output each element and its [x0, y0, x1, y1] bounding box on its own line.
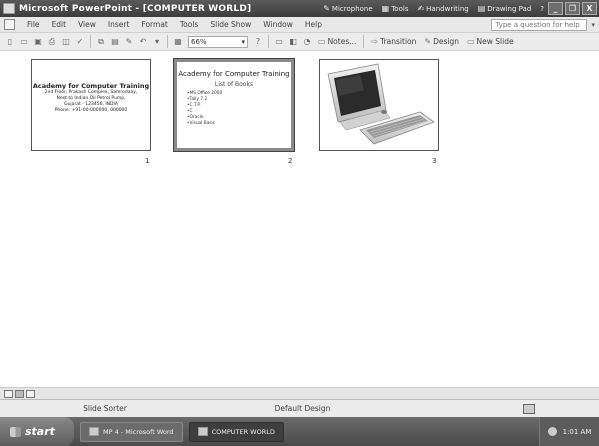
view-buttons-bar: [0, 387, 599, 399]
notes-icon: ▭: [318, 37, 326, 46]
slide-1-line: Phone: +91-00-000000, 000000: [54, 108, 128, 113]
powerpoint-icon: [197, 427, 208, 436]
new-icon[interactable]: ▯: [3, 35, 17, 48]
paste-icon[interactable]: ▤: [108, 35, 122, 48]
slide-thumbnail-2[interactable]: Academy for Computer Training List of Bo…: [173, 58, 295, 152]
menu-file[interactable]: File: [21, 20, 46, 29]
slide-1-content: Academy for Computer Training 2nd Floor,…: [32, 60, 150, 114]
undo-dropdown-icon[interactable]: ▾: [150, 35, 164, 48]
menu-insert[interactable]: Insert: [102, 20, 136, 29]
slide-number-1: 1: [145, 157, 150, 165]
toolbar-divider: [363, 35, 365, 48]
menu-slide-show[interactable]: Slide Show: [204, 20, 257, 29]
zoom-value: 66%: [191, 37, 207, 46]
standard-toolbar: ▯ ▭ ▣ ⎙ ◫ ✓ ⧉ ▤ ✎ ↶ ▾ ▦ 66% ▾ ? ▭ ◧ ◔ ▭ N…: [0, 33, 599, 51]
slide-1-title: Academy for Computer Training: [32, 82, 150, 90]
clock[interactable]: 1:01 AM: [563, 428, 592, 436]
slide-2-title: Academy for Computer Training: [178, 70, 290, 78]
new-slide-icon: ▭: [466, 37, 475, 46]
computer-keyboard-image: [327, 63, 435, 145]
chevron-down-icon: ▾: [241, 37, 245, 46]
zoom-select[interactable]: 66% ▾: [188, 35, 248, 48]
handwriting-button[interactable]: ✍ Handwriting: [417, 4, 468, 13]
status-bar: Slide Sorter Default Design: [0, 399, 599, 417]
save-icon[interactable]: ▣: [31, 35, 45, 48]
menu-window[interactable]: Window: [257, 20, 299, 29]
notes-button[interactable]: ▭ Notes...: [314, 37, 360, 46]
tools-button[interactable]: ▦ Tools: [382, 4, 409, 13]
menu-tools[interactable]: Tools: [174, 20, 204, 29]
microphone-button[interactable]: ✎ Microphone: [323, 4, 372, 13]
microphone-icon: ✎: [323, 4, 330, 13]
title-bar: Microsoft PowerPoint - [COMPUTER WORLD] …: [0, 0, 599, 17]
design-icon: ✎: [424, 37, 432, 46]
format-painter-icon[interactable]: ✎: [122, 35, 136, 48]
close-button[interactable]: X: [582, 2, 597, 15]
restore-button[interactable]: ❐: [565, 2, 580, 15]
slide-thumbnail-3[interactable]: [319, 59, 439, 151]
transition-icon: ⇨: [371, 37, 379, 46]
menu-edit[interactable]: Edit: [46, 20, 73, 29]
document-icon[interactable]: [4, 19, 15, 30]
bullet-item: Visual Basic: [187, 121, 291, 127]
window-title: Microsoft PowerPoint - [COMPUTER WORLD]: [19, 3, 252, 14]
slide-2-bullet-list: MS Office 2000 Tally 7.2 C.T.P. C Oracle…: [187, 91, 291, 127]
language-bar: ✎ Microphone ▦ Tools ✍ Handwriting ▤ Drawing…: [323, 4, 544, 13]
slide-2-subtitle: List of Books: [214, 81, 254, 88]
slide-show-view-button[interactable]: [26, 389, 35, 398]
start-button[interactable]: start: [0, 417, 74, 446]
slide-show-icon[interactable]: ▭: [272, 35, 286, 48]
powerpoint-app-icon[interactable]: [3, 3, 15, 14]
taskbar-item-powerpoint[interactable]: COMPUTER WORLD: [188, 421, 284, 442]
help-search-input[interactable]: [491, 18, 588, 31]
normal-view-button[interactable]: [4, 389, 13, 398]
minimize-button[interactable]: _: [548, 2, 563, 15]
rehearse-timings-icon[interactable]: ◔: [300, 35, 314, 48]
toolbar-divider: [90, 35, 91, 48]
slide-sorter-view-button[interactable]: [15, 389, 24, 398]
spelling-status-icon[interactable]: [523, 403, 535, 414]
window-controls: _ ❐ X: [548, 2, 597, 15]
taskbar: start MP 4 - Microsoft Word COMPUTER WOR…: [0, 417, 599, 446]
help-icon[interactable]: ?: [251, 35, 265, 48]
menu-bar: File Edit View Insert Format Tools Slide…: [0, 17, 599, 33]
print-preview-icon[interactable]: ◫: [59, 35, 73, 48]
handwriting-icon: ✍: [417, 4, 425, 13]
chevron-down-icon[interactable]: ▾: [591, 21, 595, 29]
system-tray: 1:01 AM: [539, 417, 599, 446]
tools-icon: ▦: [381, 4, 390, 13]
word-icon: [89, 427, 99, 436]
new-slide-button[interactable]: ▭ New Slide: [463, 37, 518, 46]
hide-slide-icon[interactable]: ◧: [286, 35, 300, 48]
drawing-pad-button[interactable]: ▤ Drawing Pad: [478, 4, 532, 13]
undo-icon[interactable]: ↶: [136, 35, 150, 48]
design-button[interactable]: ✎ Design: [420, 37, 463, 46]
menu-view[interactable]: View: [72, 20, 102, 29]
start-label: start: [25, 425, 55, 438]
open-icon[interactable]: ▭: [17, 35, 31, 48]
status-design-name: Default Design: [274, 404, 331, 413]
spelling-icon[interactable]: ✓: [73, 35, 87, 48]
toolbar-divider: [268, 35, 269, 48]
menu-format[interactable]: Format: [135, 20, 173, 29]
slide-number-2: 2: [288, 157, 293, 165]
network-icon[interactable]: [547, 427, 557, 436]
menu-help[interactable]: Help: [299, 20, 328, 29]
windows-logo-icon: [10, 426, 21, 437]
transition-button[interactable]: ⇨ Transition: [367, 37, 420, 46]
insert-table-icon[interactable]: ▦: [171, 35, 185, 48]
help-icon[interactable]: ?: [540, 5, 544, 13]
slide-number-3: 3: [432, 157, 437, 165]
print-icon[interactable]: ⎙: [45, 35, 59, 48]
slide-sorter-pane[interactable]: Academy for Computer Training 2nd Floor,…: [0, 51, 599, 387]
status-view-name: Slide Sorter: [83, 404, 127, 413]
copy-icon[interactable]: ⧉: [94, 35, 108, 48]
drawing-pad-icon: ▤: [477, 4, 486, 13]
slide-thumbnail-1[interactable]: Academy for Computer Training 2nd Floor,…: [31, 59, 151, 151]
taskbar-item-word[interactable]: MP 4 - Microsoft Word: [80, 421, 183, 442]
toolbar-divider: [167, 35, 168, 48]
